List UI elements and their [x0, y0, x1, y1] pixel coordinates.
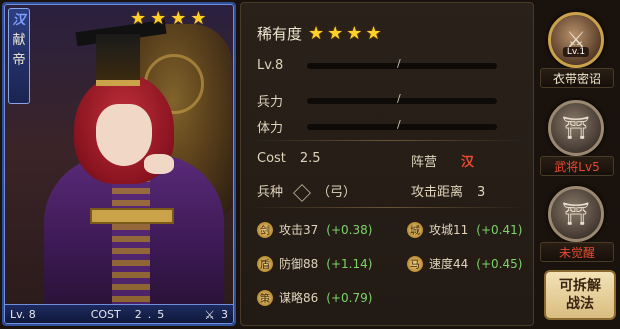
range-info-value: 3 — [477, 185, 486, 200]
cost-info-label: Cost — [257, 151, 286, 166]
button-line-1: 可拆解 — [559, 278, 601, 294]
range-info: 攻击距离 3 — [411, 181, 485, 200]
attack-stat: 剑 攻击 37 (+0.38) — [257, 221, 372, 238]
speed-value: 44 — [453, 256, 469, 271]
level-label: Lv.8 — [257, 58, 284, 73]
hero-hand-art — [144, 154, 174, 174]
bar-separator: / — [397, 56, 401, 70]
hero-name-tag: 汉 献 帝 — [8, 8, 30, 104]
castle-icon: 城 — [407, 221, 423, 238]
range-value: 3 — [221, 308, 228, 321]
strategy-value: 86 — [303, 290, 319, 305]
attack-bonus: (+0.38) — [326, 222, 373, 237]
siege-stat: 城 攻城 11 (+0.41) — [407, 221, 522, 238]
horse-icon: 马 — [407, 255, 423, 272]
rarity-stars: ★ ★ ★ ★ — [308, 22, 382, 44]
skill-1-orb[interactable]: ⚔ Lv.1 — [548, 12, 604, 68]
strategy-stat: 策 谋略 86 (+0.79) — [257, 289, 372, 306]
skill-3-orb[interactable]: ⛩ — [548, 186, 604, 242]
hero-name-char-2: 帝 — [12, 53, 26, 68]
stamina-bar-row: 体力 / — [257, 117, 497, 136]
stats-panel: 稀有度 ★ ★ ★ ★ Lv.8 / 兵力 / 体力 / Cost 2.5 阵营 汉… — [240, 2, 534, 326]
divider — [249, 140, 527, 141]
robe-trim-art — [112, 164, 150, 324]
hero-level: Lv. 8 — [10, 308, 36, 321]
cost-value: 2.5 — [134, 308, 171, 321]
attack-value: 37 — [303, 222, 319, 237]
skills-column: ⚔ Lv.1 衣带密诏 ⛩ 武将Lv5 ⛩ 未觉醒 可拆解 战法 — [536, 0, 620, 329]
level-bar: / — [307, 57, 497, 70]
defense-bonus: (+1.14) — [326, 256, 373, 271]
star-icon: ★ — [365, 22, 382, 44]
temple-icon: ⛩ — [562, 115, 590, 141]
skill-2-orb[interactable]: ⛩ — [548, 100, 604, 156]
star-icon: ★ — [190, 8, 207, 29]
range-label: 攻击距离 — [411, 185, 464, 200]
dismantle-tactic-button[interactable]: 可拆解 战法 — [544, 270, 616, 320]
rarity-label: 稀有度 — [257, 25, 303, 43]
hero-hat-art — [96, 34, 140, 86]
cost-info-value: 2.5 — [299, 151, 321, 166]
star-icon: ★ — [170, 8, 187, 29]
stamina-label: 体力 — [257, 121, 284, 136]
hero-card-footer: Lv. 8 COST 2.5 ⚔ 3 — [4, 304, 234, 324]
troops-bar: / — [307, 92, 497, 105]
star-icon: ★ — [308, 22, 325, 44]
unit-label: 兵种 — [257, 185, 284, 200]
hero-card[interactable]: 汉 献 帝 ★ ★ ★ ★ Lv. 8 COST 2.5 ⚔ 3 — [2, 2, 236, 326]
attack-label: 攻击 — [279, 223, 304, 237]
shield-icon: 盾 — [257, 255, 273, 272]
cost-label: COST — [90, 308, 121, 321]
unit-value: （弓） — [317, 185, 357, 200]
star-icon: ★ — [150, 8, 167, 29]
skill-1-label[interactable]: 衣带密诏 — [540, 68, 614, 88]
level-bar-row: Lv.8 / — [257, 57, 497, 73]
hero-star-rating: ★ ★ ★ ★ — [130, 10, 207, 28]
strategy-bonus: (+0.79) — [326, 290, 373, 305]
star-icon: ★ — [327, 22, 344, 44]
speed-stat: 马 速度 44 (+0.45) — [407, 255, 522, 272]
unit-info: 兵种 （弓） — [257, 181, 356, 202]
faction-glyph: 汉 — [12, 13, 26, 28]
speed-bonus: (+0.45) — [476, 256, 523, 271]
bow-unit-icon — [293, 183, 311, 202]
temple-icon: ⛩ — [562, 201, 590, 227]
rarity-row: 稀有度 ★ ★ ★ ★ — [257, 23, 382, 44]
hero-face-art — [96, 104, 152, 166]
sword-icon: 剑 — [257, 221, 273, 238]
siege-label: 攻城 — [429, 223, 454, 237]
hero-name-char-1: 献 — [12, 33, 26, 48]
camp-info: 阵营 汉 — [411, 151, 474, 170]
speed-label: 速度 — [429, 257, 454, 271]
skill-2-label[interactable]: 武将Lv5 — [540, 156, 614, 176]
camp-value: 汉 — [461, 155, 475, 170]
button-line-2: 战法 — [566, 296, 594, 312]
hero-belt-art — [90, 208, 174, 224]
star-icon: ★ — [346, 22, 363, 44]
stamina-bar: / — [307, 118, 497, 131]
star-icon: ★ — [130, 8, 147, 29]
defense-value: 88 — [303, 256, 319, 271]
cost-info: Cost 2.5 — [257, 151, 321, 166]
camp-label: 阵营 — [411, 155, 438, 170]
strategy-label: 谋略 — [279, 291, 304, 305]
skill-1-level: Lv.1 — [562, 47, 590, 57]
unit-type-icon: ⚔ — [204, 307, 215, 322]
skill-3-label[interactable]: 未觉醒 — [540, 242, 614, 262]
siege-bonus: (+0.41) — [476, 222, 523, 237]
troops-bar-row: 兵力 / — [257, 91, 497, 110]
bar-separator: / — [397, 117, 401, 131]
scroll-icon: 策 — [257, 289, 273, 306]
troops-label: 兵力 — [257, 95, 284, 110]
bar-separator: / — [397, 91, 401, 105]
siege-value: 11 — [453, 222, 469, 237]
defense-label: 防御 — [279, 257, 304, 271]
divider — [249, 207, 527, 208]
defense-stat: 盾 防御 88 (+1.14) — [257, 255, 372, 272]
